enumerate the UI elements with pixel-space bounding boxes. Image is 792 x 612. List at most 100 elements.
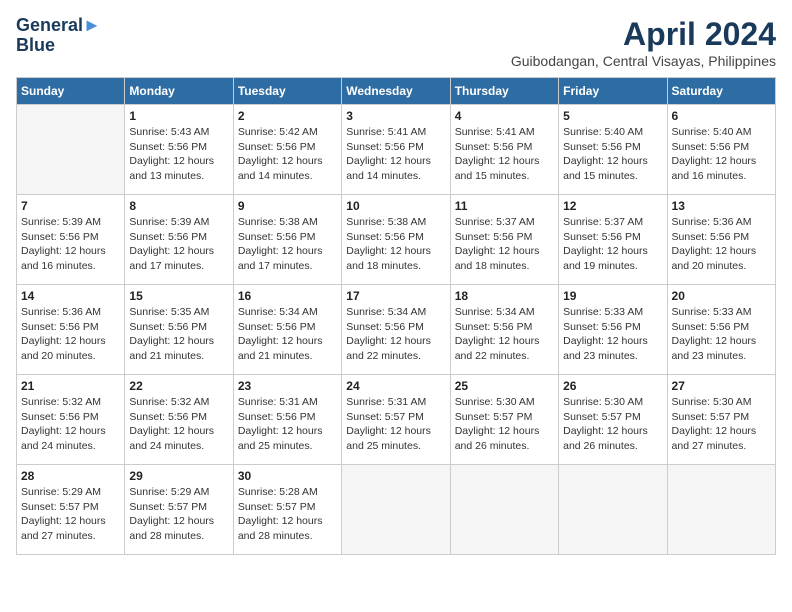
day-cell: 15Sunrise: 5:35 AM Sunset: 5:56 PM Dayli… — [125, 285, 233, 375]
day-info: Sunrise: 5:35 AM Sunset: 5:56 PM Dayligh… — [129, 305, 228, 364]
day-info: Sunrise: 5:32 AM Sunset: 5:56 PM Dayligh… — [21, 395, 120, 454]
week-row-2: 7 Sunrise: 5:39 AM Sunset: 5:56 PM Daylig… — [17, 195, 776, 285]
week-row-1: 1Sunrise: 5:43 AM Sunset: 5:56 PM Daylig… — [17, 105, 776, 195]
day-info: Sunrise: 5:38 AM Sunset: 5:56 PM Dayligh… — [238, 215, 337, 274]
day-number: 28 — [21, 469, 120, 483]
day-cell: 21 Sunrise: 5:32 AM Sunset: 5:56 PM Dayli… — [17, 375, 125, 465]
day-number: 12 — [563, 199, 662, 213]
day-cell: 5 Sunrise: 5:40 AM Sunset: 5:56 PM Daylig… — [559, 105, 667, 195]
day-number: 9 — [238, 199, 337, 213]
day-number: 23 — [238, 379, 337, 393]
day-cell: 22 Sunrise: 5:32 AM Sunset: 5:56 PM Dayli… — [125, 375, 233, 465]
day-info: Sunrise: 5:33 AM Sunset: 5:56 PM Dayligh… — [672, 305, 771, 364]
day-info: Sunrise: 5:29 AM Sunset: 5:57 PM Dayligh… — [129, 485, 228, 544]
month-title: April 2024 — [511, 16, 776, 53]
day-cell: 18 Sunrise: 5:34 AM Sunset: 5:56 PM Dayli… — [450, 285, 558, 375]
day-cell: 19Sunrise: 5:33 AM Sunset: 5:56 PM Dayli… — [559, 285, 667, 375]
day-info: Sunrise: 5:30 AM Sunset: 5:57 PM Dayligh… — [672, 395, 771, 454]
day-number: 6 — [672, 109, 771, 123]
day-info: Sunrise: 5:32 AM Sunset: 5:56 PM Dayligh… — [129, 395, 228, 454]
title-area: April 2024 Guibodangan, Central Visayas,… — [511, 16, 776, 69]
day-cell: 16 Sunrise: 5:34 AM Sunset: 5:56 PM Dayli… — [233, 285, 341, 375]
day-info: Sunrise: 5:30 AM Sunset: 5:57 PM Dayligh… — [455, 395, 554, 454]
day-cell: 20 Sunrise: 5:33 AM Sunset: 5:56 PM Dayli… — [667, 285, 775, 375]
day-info: Sunrise: 5:29 AM Sunset: 5:57 PM Dayligh… — [21, 485, 120, 544]
logo-text: General►Blue — [16, 16, 101, 56]
day-cell: 2 Sunrise: 5:42 AM Sunset: 5:56 PM Daylig… — [233, 105, 341, 195]
calendar-body: 1Sunrise: 5:43 AM Sunset: 5:56 PM Daylig… — [17, 105, 776, 555]
day-number: 8 — [129, 199, 228, 213]
day-info: Sunrise: 5:40 AM Sunset: 5:56 PM Dayligh… — [672, 125, 771, 184]
day-cell: 17 Sunrise: 5:34 AM Sunset: 5:56 PM Dayli… — [342, 285, 450, 375]
column-header-thursday: Thursday — [450, 78, 558, 105]
column-header-tuesday: Tuesday — [233, 78, 341, 105]
day-info: Sunrise: 5:40 AM Sunset: 5:56 PM Dayligh… — [563, 125, 662, 184]
day-cell: 12 Sunrise: 5:37 AM Sunset: 5:56 PM Dayli… — [559, 195, 667, 285]
week-row-4: 21 Sunrise: 5:32 AM Sunset: 5:56 PM Dayli… — [17, 375, 776, 465]
day-number: 10 — [346, 199, 445, 213]
day-number: 24 — [346, 379, 445, 393]
column-header-friday: Friday — [559, 78, 667, 105]
day-cell: 26 Sunrise: 5:30 AM Sunset: 5:57 PM Dayli… — [559, 375, 667, 465]
day-info: Sunrise: 5:31 AM Sunset: 5:57 PM Dayligh… — [346, 395, 445, 454]
day-cell: 30Sunrise: 5:28 AM Sunset: 5:57 PM Dayli… — [233, 465, 341, 555]
day-number: 17 — [346, 289, 445, 303]
day-cell: 13 Sunrise: 5:36 AM Sunset: 5:56 PM Dayli… — [667, 195, 775, 285]
day-cell: 10 Sunrise: 5:38 AM Sunset: 5:56 PM Dayli… — [342, 195, 450, 285]
day-cell — [559, 465, 667, 555]
day-number: 19 — [563, 289, 662, 303]
day-info: Sunrise: 5:28 AM Sunset: 5:57 PM Dayligh… — [238, 485, 337, 544]
day-info: Sunrise: 5:34 AM Sunset: 5:56 PM Dayligh… — [238, 305, 337, 364]
day-number: 13 — [672, 199, 771, 213]
day-cell: 28 Sunrise: 5:29 AM Sunset: 5:57 PM Dayli… — [17, 465, 125, 555]
day-info: Sunrise: 5:34 AM Sunset: 5:56 PM Dayligh… — [346, 305, 445, 364]
day-number: 21 — [21, 379, 120, 393]
day-number: 3 — [346, 109, 445, 123]
day-cell: 24 Sunrise: 5:31 AM Sunset: 5:57 PM Dayli… — [342, 375, 450, 465]
day-number: 22 — [129, 379, 228, 393]
week-row-5: 28 Sunrise: 5:29 AM Sunset: 5:57 PM Dayli… — [17, 465, 776, 555]
day-number: 7 — [21, 199, 120, 213]
day-info: Sunrise: 5:36 AM Sunset: 5:56 PM Dayligh… — [21, 305, 120, 364]
day-info: Sunrise: 5:36 AM Sunset: 5:56 PM Dayligh… — [672, 215, 771, 274]
day-cell: 11Sunrise: 5:37 AM Sunset: 5:56 PM Dayli… — [450, 195, 558, 285]
page-header: General►Blue April 2024 Guibodangan, Cen… — [16, 16, 776, 69]
day-cell: 14 Sunrise: 5:36 AM Sunset: 5:56 PM Dayli… — [17, 285, 125, 375]
day-number: 20 — [672, 289, 771, 303]
location-title: Guibodangan, Central Visayas, Philippine… — [511, 53, 776, 69]
day-cell: 29Sunrise: 5:29 AM Sunset: 5:57 PM Dayli… — [125, 465, 233, 555]
day-number: 26 — [563, 379, 662, 393]
day-number: 5 — [563, 109, 662, 123]
day-info: Sunrise: 5:43 AM Sunset: 5:56 PM Dayligh… — [129, 125, 228, 184]
day-number: 25 — [455, 379, 554, 393]
day-cell: 1Sunrise: 5:43 AM Sunset: 5:56 PM Daylig… — [125, 105, 233, 195]
day-number: 4 — [455, 109, 554, 123]
day-cell: 25 Sunrise: 5:30 AM Sunset: 5:57 PM Dayli… — [450, 375, 558, 465]
day-cell — [17, 105, 125, 195]
day-number: 18 — [455, 289, 554, 303]
day-cell: 27 Sunrise: 5:30 AM Sunset: 5:57 PM Dayli… — [667, 375, 775, 465]
day-info: Sunrise: 5:39 AM Sunset: 5:56 PM Dayligh… — [21, 215, 120, 274]
calendar-header: SundayMondayTuesdayWednesdayThursdayFrid… — [17, 78, 776, 105]
day-cell: 6 Sunrise: 5:40 AM Sunset: 5:56 PM Daylig… — [667, 105, 775, 195]
day-info: Sunrise: 5:38 AM Sunset: 5:56 PM Dayligh… — [346, 215, 445, 274]
day-cell: 8Sunrise: 5:39 AM Sunset: 5:56 PM Daylig… — [125, 195, 233, 285]
day-number: 14 — [21, 289, 120, 303]
day-cell: 23 Sunrise: 5:31 AM Sunset: 5:56 PM Dayli… — [233, 375, 341, 465]
day-info: Sunrise: 5:42 AM Sunset: 5:56 PM Dayligh… — [238, 125, 337, 184]
day-cell: 4Sunrise: 5:41 AM Sunset: 5:56 PM Daylig… — [450, 105, 558, 195]
day-number: 27 — [672, 379, 771, 393]
week-row-3: 14 Sunrise: 5:36 AM Sunset: 5:56 PM Dayli… — [17, 285, 776, 375]
column-header-monday: Monday — [125, 78, 233, 105]
day-info: Sunrise: 5:31 AM Sunset: 5:56 PM Dayligh… — [238, 395, 337, 454]
day-cell: 7 Sunrise: 5:39 AM Sunset: 5:56 PM Daylig… — [17, 195, 125, 285]
day-info: Sunrise: 5:37 AM Sunset: 5:56 PM Dayligh… — [455, 215, 554, 274]
day-number: 16 — [238, 289, 337, 303]
day-number: 2 — [238, 109, 337, 123]
day-info: Sunrise: 5:37 AM Sunset: 5:56 PM Dayligh… — [563, 215, 662, 274]
day-info: Sunrise: 5:41 AM Sunset: 5:56 PM Dayligh… — [346, 125, 445, 184]
day-cell — [450, 465, 558, 555]
day-info: Sunrise: 5:34 AM Sunset: 5:56 PM Dayligh… — [455, 305, 554, 364]
day-cell — [667, 465, 775, 555]
day-info: Sunrise: 5:30 AM Sunset: 5:57 PM Dayligh… — [563, 395, 662, 454]
